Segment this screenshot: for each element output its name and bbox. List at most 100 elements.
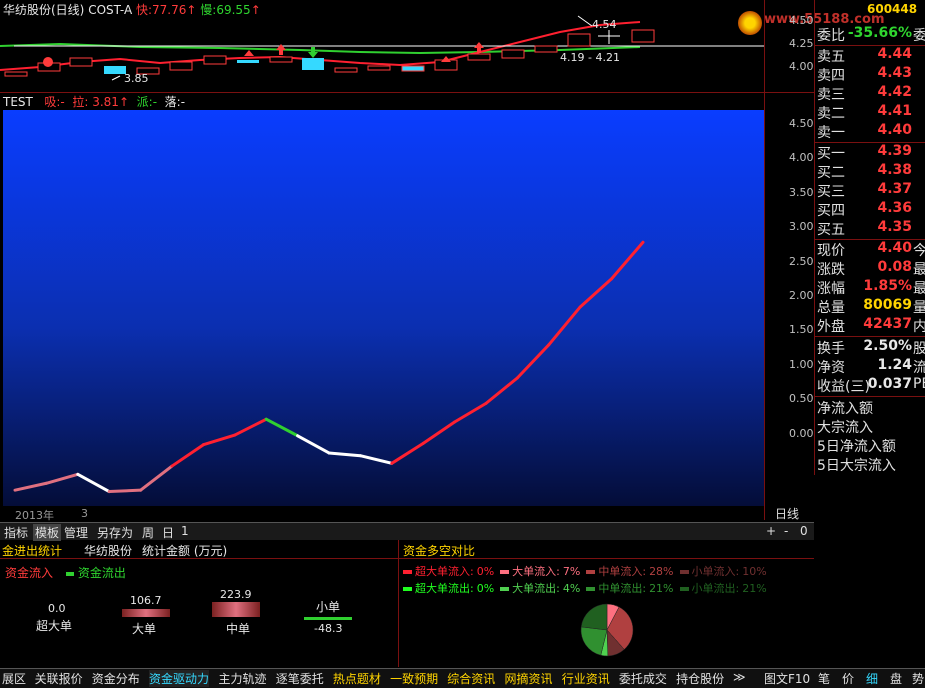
y-axis-tick-label: 1.50	[789, 323, 814, 337]
annotation-low: 3.85	[124, 72, 149, 85]
pai-value: -	[152, 95, 158, 109]
status-tab[interactable]: 综合资讯	[447, 670, 495, 687]
buy-label: 买四	[817, 203, 845, 219]
tab-week[interactable]: 周	[142, 524, 154, 541]
status-tab[interactable]: 网摘资讯	[505, 670, 553, 687]
xi-value: -	[60, 95, 65, 109]
outflow-bar	[304, 617, 352, 620]
legend-label: 超大单流入:	[415, 565, 474, 578]
status-tab[interactable]: 主力轨迹	[219, 670, 267, 687]
legend-swatch-icon	[500, 570, 510, 574]
candle[interactable]	[269, 56, 293, 63]
candle[interactable]	[4, 71, 28, 77]
sell-price: 4.40	[877, 122, 912, 138]
status-tab[interactable]: 持仓股份	[676, 670, 724, 687]
candle[interactable]	[69, 57, 93, 67]
legend-swatch-icon	[586, 570, 596, 574]
x-axis-year-label: 2013年	[15, 509, 54, 522]
tab-manage[interactable]: 管理	[64, 524, 88, 541]
y-axis-tick-label: 4.50	[789, 116, 814, 130]
status-right-tab[interactable]: 价	[842, 670, 854, 687]
tab-one[interactable]: 1	[181, 524, 189, 538]
sell-row[interactable]: 卖三 4.42	[817, 84, 925, 103]
status-tab[interactable]: 展区	[2, 670, 26, 687]
y-axis-tick-label: 0.50	[789, 392, 814, 406]
candle[interactable]	[203, 55, 227, 65]
y-axis-tick-label: 4.00	[789, 151, 814, 165]
candle[interactable]	[334, 67, 358, 73]
status-right-tab[interactable]: 细	[866, 670, 878, 687]
tab-day[interactable]: 日	[162, 524, 174, 541]
sell-label: 卖二	[817, 106, 845, 122]
candle[interactable]	[367, 65, 391, 71]
sell-price: 4.44	[877, 46, 912, 62]
status-right-tab[interactable]: 笔	[818, 670, 830, 687]
stat-value: 0.08	[877, 259, 912, 275]
stat-ext: 今	[913, 243, 925, 259]
zoom-in-button[interactable]: +	[766, 524, 776, 538]
candle[interactable]	[401, 65, 425, 72]
inflow-bar	[122, 609, 170, 617]
sell-row[interactable]: 卖一 4.40	[817, 122, 925, 141]
candle[interactable]	[534, 45, 558, 53]
stat-row: 涨幅 1.85% 最	[817, 278, 925, 297]
candle[interactable]	[631, 29, 655, 43]
status-tab[interactable]: 热点题材	[333, 670, 381, 687]
status-right-tab[interactable]: 盘	[890, 670, 902, 687]
buy-row[interactable]: 买二 4.38	[817, 162, 925, 181]
wei-bi-value: -35.66%	[847, 25, 912, 41]
candle[interactable]	[567, 33, 591, 47]
legend-pct: 28%	[649, 565, 674, 578]
legend-swatch-icon	[500, 587, 510, 591]
status-right-tab[interactable]: 势	[912, 670, 924, 687]
tab-save-as[interactable]: 另存为	[97, 524, 133, 541]
sell-price: 4.42	[877, 84, 912, 100]
legend-pct: 10%	[742, 565, 767, 578]
period-label: 日线	[775, 507, 800, 521]
candle[interactable]	[467, 53, 491, 61]
annotation-pointer	[577, 15, 593, 27]
tab-template[interactable]: 模板	[33, 524, 62, 541]
status-tab[interactable]: 逐笔委托	[276, 670, 324, 687]
candle[interactable]	[104, 66, 126, 74]
status-tab[interactable]: 行业资讯	[562, 670, 610, 687]
zoom-reset-button[interactable]: 0	[800, 524, 808, 538]
stat-value: 2.50%	[863, 338, 912, 354]
buy-row[interactable]: 买五 4.35	[817, 219, 925, 238]
candle[interactable]	[169, 61, 193, 71]
stat-ext: 股	[913, 341, 925, 357]
legend-item: 超大单流入: 0%	[403, 565, 494, 578]
sell-row[interactable]: 卖四 4.43	[817, 65, 925, 84]
test-indicator-chart[interactable]	[3, 110, 764, 506]
legend-swatch-icon	[66, 571, 74, 576]
kline-panel[interactable]: 华纺股份(日线) COST-A 快:77.76↑ 慢:69.55↑ 4.54 3…	[0, 0, 885, 92]
candle[interactable]	[237, 60, 259, 63]
candle[interactable]	[501, 49, 525, 59]
status-tab[interactable]: 关联报价	[35, 670, 83, 687]
tab-indicator[interactable]: 指标	[4, 524, 28, 541]
legend-item: 小单流出: 21%	[679, 582, 767, 595]
indicator-tabs: 指标 模板 管理 另存为 周 日 1 + - 0	[0, 522, 814, 541]
wei-bi-ext: 委	[913, 28, 925, 44]
more-tabs-button[interactable]: ≫	[733, 670, 746, 684]
kline-svg[interactable]	[0, 0, 764, 92]
sell-row[interactable]: 卖二 4.41	[817, 103, 925, 122]
buy-row[interactable]: 买一 4.39	[817, 143, 925, 162]
zoom-out-button[interactable]: -	[784, 524, 788, 538]
sell-row[interactable]: 卖五 4.44	[817, 46, 925, 65]
legend-pct: 21%	[649, 582, 674, 595]
status-tab[interactable]: 委托成交	[619, 670, 667, 687]
status-tab[interactable]: 资金分布	[92, 670, 140, 687]
stat-label: 总量	[817, 300, 845, 316]
buy-label: 买五	[817, 222, 845, 238]
status-right-tab[interactable]: 图文F10	[764, 670, 810, 687]
candle[interactable]	[302, 58, 324, 70]
buy-row[interactable]: 买四 4.36	[817, 200, 925, 219]
legend-label: 大单流入:	[512, 565, 560, 578]
buy-row[interactable]: 买三 4.37	[817, 181, 925, 200]
buy-label: 买一	[817, 146, 845, 162]
status-tab[interactable]: 资金驱动力	[149, 670, 210, 687]
flow-row: 5日大宗流入	[817, 455, 925, 474]
status-tab[interactable]: 一致预期	[390, 670, 438, 687]
legend-label: 中单流入:	[598, 565, 647, 578]
